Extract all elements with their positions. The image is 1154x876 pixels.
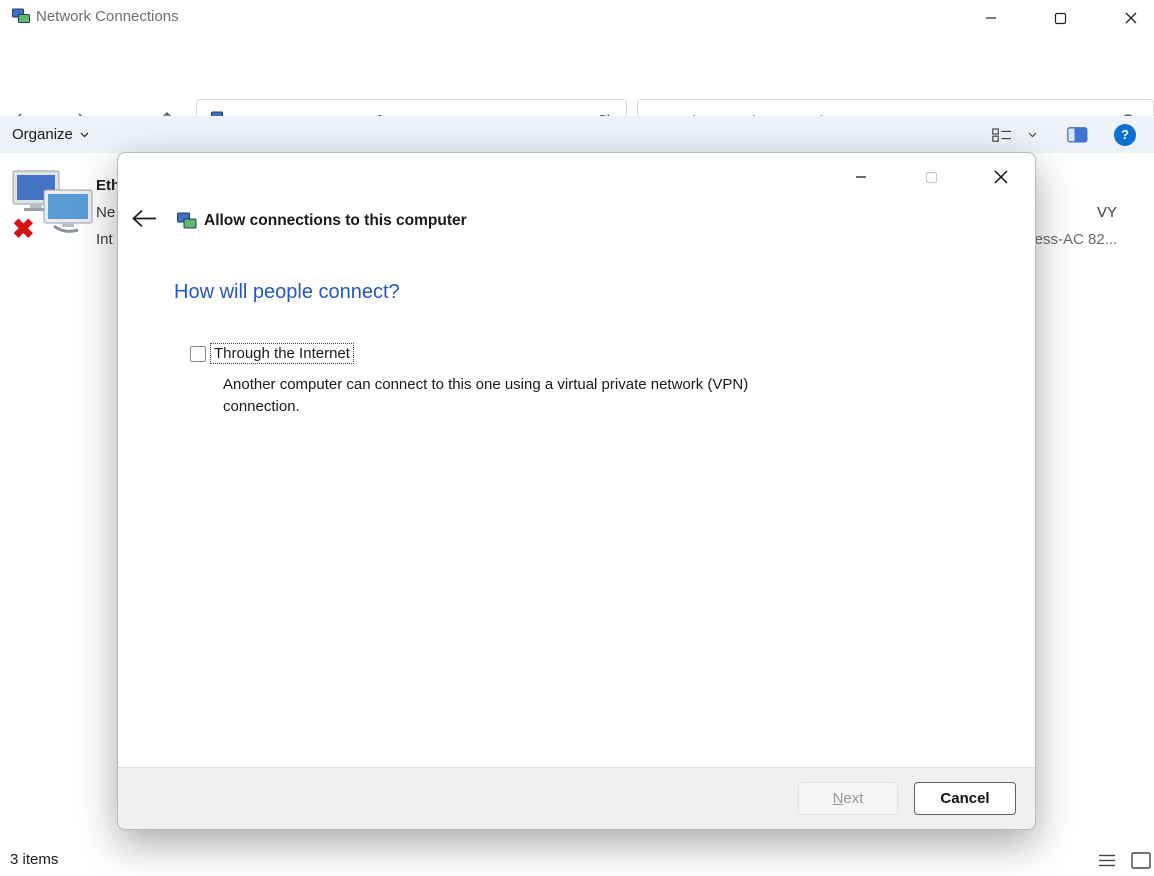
maximize-button[interactable]: [1037, 0, 1083, 36]
titlebar: Network Connections: [0, 0, 1154, 36]
navigation-bar: « Netw... Network Con...: [0, 48, 1154, 144]
dialog-app-icon: [177, 212, 197, 235]
next-accelerator: N: [832, 790, 844, 807]
through-internet-label[interactable]: Through the Internet: [210, 343, 354, 364]
network-connections-app-icon: [12, 8, 30, 29]
dialog-header: Allow connections to this computer: [118, 203, 1035, 243]
dialog-footer: Next Cancel: [118, 767, 1035, 829]
items-count: 3 items: [10, 851, 59, 868]
window-title: Network Connections: [36, 8, 179, 25]
dialog-heading: How will people connect?: [174, 281, 400, 303]
dialog-close-button[interactable]: [981, 159, 1021, 195]
through-internet-checkbox[interactable]: [190, 345, 206, 362]
error-x-icon: ✖: [12, 214, 35, 244]
dialog-minimize-button[interactable]: [841, 159, 881, 195]
item-device-fragment: eless-AC 82...: [1023, 231, 1118, 248]
view-options-chevron-icon[interactable]: [1020, 120, 1045, 150]
next-label-rest: ext: [843, 790, 864, 807]
dialog-title: Allow connections to this computer: [204, 212, 467, 229]
item-status-fragment: Ne: [96, 204, 116, 221]
chevron-down-icon: [80, 132, 89, 137]
allow-connections-dialog: Allow connections to this computer How w…: [117, 152, 1036, 830]
minimize-button[interactable]: [968, 0, 1014, 36]
help-icon: ?: [1114, 123, 1136, 146]
view-options-button[interactable]: [984, 120, 1020, 150]
through-internet-row: Through the Internet: [190, 343, 354, 364]
organize-button[interactable]: Organize: [12, 126, 89, 143]
item-device-fragment: Int: [96, 231, 113, 248]
dialog-maximize-button-disabled: [911, 159, 951, 195]
details-view-button[interactable]: [1098, 853, 1116, 873]
close-button[interactable]: [1108, 0, 1154, 36]
command-bar: Organize ?: [0, 116, 1154, 153]
status-bar: 3 items: [0, 846, 1154, 876]
help-button[interactable]: ?: [1106, 120, 1144, 150]
cancel-button[interactable]: Cancel: [914, 782, 1016, 815]
next-button-disabled: Next: [798, 782, 898, 815]
explorer-window: Network Connections « Netw...: [0, 0, 1154, 876]
vpn-description: Another computer can connect to this one…: [223, 376, 749, 416]
preview-pane-button[interactable]: [1059, 120, 1096, 150]
dialog-back-button[interactable]: [131, 209, 157, 233]
large-icons-view-button[interactable]: [1131, 852, 1151, 874]
organize-label: Organize: [12, 126, 73, 143]
item-status-fragment: VY: [1097, 204, 1118, 221]
